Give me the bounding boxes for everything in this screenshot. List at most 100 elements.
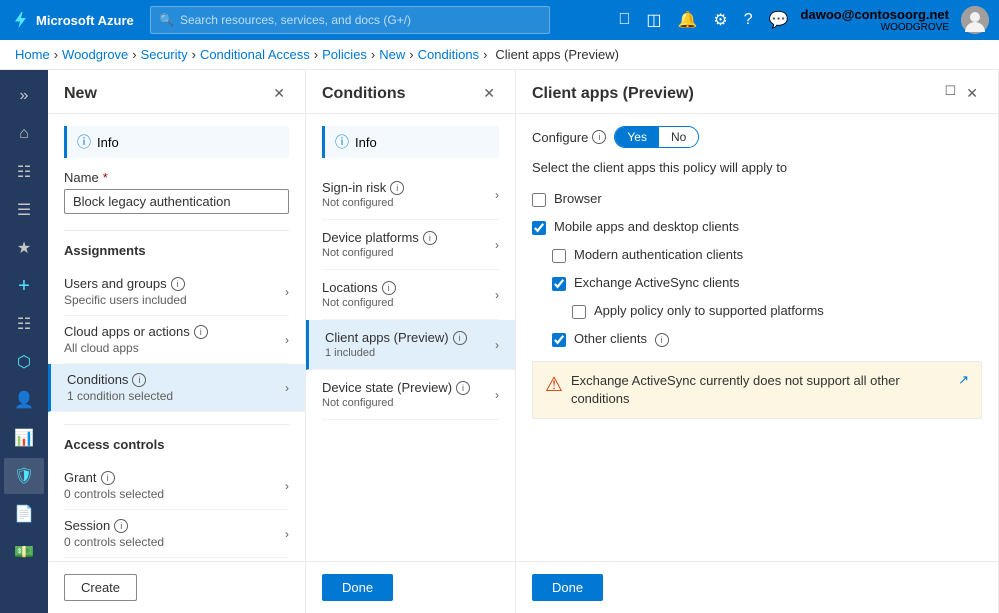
warning-box: ⚠ Exchange ActiveSync currently does not…	[532, 361, 982, 419]
conditions-panel-close[interactable]: ✕	[479, 83, 499, 104]
external-link-icon[interactable]: ↗	[958, 372, 969, 408]
azure-logo: Microsoft Azure	[10, 10, 140, 30]
device-state-row[interactable]: Device state (Preview) i Not configured …	[322, 370, 499, 420]
conditions-value: 1 condition selected	[67, 389, 285, 403]
sidebar-icons: » ⌂ ☷ ☰ ★ + ☷ ⬡ 👤 📊 🛡 📄 💵	[0, 70, 48, 613]
warning-triangle-icon: ⚠	[545, 372, 563, 408]
user-org: WOODGROVE	[801, 22, 949, 33]
breadcrumb-conditions[interactable]: Conditions	[418, 47, 479, 62]
breadcrumb-policies[interactable]: Policies	[322, 47, 367, 62]
assignments-title: Assignments	[64, 243, 289, 258]
device-platforms-value: Not configured	[322, 247, 437, 259]
cloud-apps-info-icon: i	[194, 325, 208, 339]
feedback-icon[interactable]: 💬	[765, 6, 793, 34]
configure-row: Configure i Yes No	[532, 126, 982, 148]
session-info-icon: i	[114, 519, 128, 533]
breadcrumb-current: Client apps (Preview)	[495, 47, 619, 62]
create-resource-icon[interactable]: +	[4, 268, 44, 304]
users-groups-item[interactable]: Users and groups i Specific users includ…	[64, 268, 289, 316]
conditions-panel-header: Conditions ✕	[306, 70, 515, 114]
nav-icons:  ◫ 🔔 ⚙ ? 💬 dawoo@contosoorg.net WOODGRO…	[614, 6, 989, 34]
cloud-apps-value: All cloud apps	[64, 341, 285, 355]
device-platforms-row[interactable]: Device platforms i Not configured ›	[322, 220, 499, 270]
breadcrumb-new[interactable]: New	[379, 47, 405, 62]
breadcrumb-security[interactable]: Security	[141, 47, 188, 62]
grant-info-icon: i	[101, 471, 115, 485]
cloud-shell-icon[interactable]: 	[614, 7, 634, 33]
modern-auth-checkbox[interactable]	[552, 249, 566, 263]
main-layout: » ⌂ ☷ ☰ ★ + ☷ ⬡ 👤 📊 🛡 📄 💵 New ✕ ⓘ Info	[0, 70, 999, 613]
client-apps-panel: Client apps (Preview) ☐ ✕ Configure i Ye…	[516, 70, 999, 613]
conditions-done-button[interactable]: Done	[322, 574, 393, 601]
mobile-checkbox[interactable]	[532, 221, 546, 235]
other-clients-checkbox[interactable]	[552, 333, 566, 347]
collapse-sidebar-icon[interactable]: »	[4, 78, 44, 114]
directory-icon[interactable]: ◫	[642, 6, 665, 34]
settings-icon[interactable]: ⚙	[709, 6, 731, 34]
create-button[interactable]: Create	[64, 574, 137, 601]
policy-icon[interactable]: 📄	[4, 496, 44, 532]
session-item[interactable]: Session i 0 controls selected ›	[64, 510, 289, 558]
conditions-arrow-icon: ›	[285, 381, 289, 395]
apply-policy-checkbox[interactable]	[572, 305, 586, 319]
new-panel-close[interactable]: ✕	[269, 83, 289, 104]
warning-text: Exchange ActiveSync currently does not s…	[571, 372, 950, 408]
cost-icon[interactable]: 💵	[4, 534, 44, 570]
home-nav-icon[interactable]: ⌂	[4, 116, 44, 152]
dashboard-nav-icon[interactable]: ☷	[4, 154, 44, 190]
conditions-item[interactable]: Conditions i 1 condition selected ›	[48, 364, 305, 412]
exchange-sync-checkbox[interactable]	[552, 277, 566, 291]
star-nav-icon[interactable]: ★	[4, 230, 44, 266]
name-input[interactable]	[64, 189, 289, 214]
locations-row[interactable]: Locations i Not configured ›	[322, 270, 499, 320]
new-info-section: ⓘ Info	[64, 126, 289, 158]
device-state-arrow: ›	[495, 388, 499, 402]
conditions-panel: Conditions ✕ ⓘ Info Sign-in risk i Not c…	[306, 70, 516, 613]
menu-nav-icon[interactable]: ☰	[4, 192, 44, 228]
cloud-apps-item[interactable]: Cloud apps or actions i All cloud apps ›	[64, 316, 289, 364]
mobile-row: Mobile apps and desktop clients	[532, 217, 982, 237]
notifications-icon[interactable]: 🔔	[673, 6, 701, 34]
users-info-icon: i	[171, 277, 185, 291]
sub-section: Modern authentication clients Exchange A…	[552, 245, 982, 349]
locations-info-icon: i	[382, 281, 396, 295]
configure-info-icon: i	[592, 130, 606, 144]
search-bar[interactable]: 🔍	[150, 6, 550, 34]
sign-in-risk-info-icon: i	[390, 181, 404, 195]
help-icon[interactable]: ?	[740, 7, 757, 33]
conditions-info-label: Info	[355, 135, 377, 150]
client-apps-arrow: ›	[495, 338, 499, 352]
breadcrumb-conditional-access[interactable]: Conditional Access	[200, 47, 310, 62]
device-state-value: Not configured	[322, 397, 470, 409]
users-icon[interactable]: 👤	[4, 382, 44, 418]
search-input[interactable]	[180, 13, 541, 27]
yes-option[interactable]: Yes	[615, 127, 659, 147]
conditions-info-icon: i	[132, 373, 146, 387]
client-apps-done-button[interactable]: Done	[532, 574, 603, 601]
apply-policy-label: Apply policy only to supported platforms	[594, 303, 824, 318]
other-clients-info-icon: i	[655, 333, 669, 347]
monitor-icon[interactable]: 📊	[4, 420, 44, 456]
avatar	[961, 6, 989, 34]
breadcrumb-home[interactable]: Home	[15, 47, 50, 62]
client-apps-close[interactable]: ✕	[962, 83, 982, 104]
device-platforms-arrow: ›	[495, 238, 499, 252]
security-icon[interactable]: 🛡	[4, 458, 44, 494]
device-state-info-icon: i	[456, 381, 470, 395]
conditions-panel-content: ⓘ Info Sign-in risk i Not configured ›	[306, 114, 515, 561]
client-apps-description: Select the client apps this policy will …	[532, 160, 982, 175]
browser-label: Browser	[554, 191, 602, 206]
grant-item[interactable]: Grant i 0 controls selected ›	[64, 462, 289, 510]
new-panel-header: New ✕	[48, 70, 305, 114]
breadcrumb-woodgrove[interactable]: Woodgrove	[62, 47, 128, 62]
client-apps-row[interactable]: Client apps (Preview) i 1 included ›	[306, 320, 515, 370]
services-icon[interactable]: ☷	[4, 306, 44, 342]
aad-icon[interactable]: ⬡	[4, 344, 44, 380]
browser-checkbox[interactable]	[532, 193, 546, 207]
sign-in-risk-row[interactable]: Sign-in risk i Not configured ›	[322, 170, 499, 220]
maximize-icon[interactable]: ☐	[945, 83, 957, 104]
no-option[interactable]: No	[659, 127, 698, 147]
client-apps-content: Configure i Yes No Select the client app…	[516, 114, 998, 561]
logo-text: Microsoft Azure	[36, 13, 134, 28]
new-panel: New ✕ ⓘ Info Name * Assignments	[48, 70, 306, 613]
